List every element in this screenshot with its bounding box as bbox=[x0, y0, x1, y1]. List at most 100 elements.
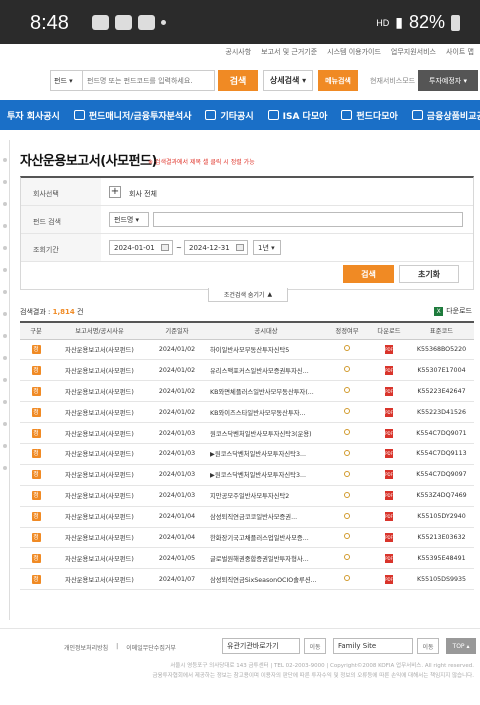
search-button[interactable]: 검색 bbox=[218, 70, 258, 91]
pdf-icon[interactable]: PDF bbox=[385, 386, 393, 396]
report-cell[interactable]: 자산운용보고서(사모펀드) bbox=[52, 485, 147, 507]
table-row[interactable]: 정 자산운용보고서(사모펀드) 2024/01/02 KB와이즈스타일반사모부동산투자… bbox=[20, 401, 474, 424]
toggle-conditions-button[interactable]: 조건검색 숨기기 ▲ bbox=[208, 288, 288, 302]
nav-product-compare[interactable]: 금융상품비교공시 bbox=[405, 100, 480, 130]
nav-other-disclosure[interactable]: 기타공시 bbox=[198, 100, 260, 130]
magnifier-icon[interactable] bbox=[344, 345, 350, 352]
sidebar-dot-icon[interactable] bbox=[3, 334, 7, 338]
nav-isa[interactable]: ISA 다모아 bbox=[261, 100, 335, 130]
report-cell[interactable]: 자산운용보고서(사모펀드) bbox=[52, 464, 147, 486]
reset-button[interactable]: 초기화 bbox=[399, 265, 459, 283]
detail-search-button[interactable]: 상세검색 ▾ bbox=[263, 70, 313, 91]
pdf-icon[interactable]: PDF bbox=[385, 428, 393, 438]
col-header[interactable]: 구분 bbox=[20, 321, 52, 340]
sidebar-dot-icon[interactable] bbox=[3, 422, 7, 426]
table-row[interactable]: 정 자산운용보고서(사모펀드) 2024/01/04 삼성퇴직연금코코일반사모증권..… bbox=[20, 506, 474, 528]
magnifier-icon[interactable] bbox=[344, 512, 350, 519]
target-cell[interactable]: ▶원코스닥벤처일반사모투자신탁3... bbox=[207, 464, 325, 486]
family-site-select[interactable]: Family Site bbox=[333, 638, 413, 654]
col-header[interactable]: 표준코드 bbox=[409, 321, 474, 340]
sidebar-dot-icon[interactable] bbox=[3, 290, 7, 294]
report-cell[interactable]: 자산운용보고서(사모펀드) bbox=[52, 339, 147, 361]
find-button[interactable]: 검색 bbox=[343, 265, 394, 283]
sidebar-dot-icon[interactable] bbox=[3, 400, 7, 404]
table-row[interactable]: 정 자산운용보고서(사모펀드) 2024/01/02 유리스맥포커스일반사모증권투자신… bbox=[20, 359, 474, 382]
report-cell[interactable]: 자산운용보고서(사모펀드) bbox=[52, 527, 147, 549]
table-row[interactable]: 정 자산운용보고서(사모펀드) 2024/01/05 글로벌원해권중합증권일반투자형사… bbox=[20, 547, 474, 570]
target-cell[interactable]: 한화장기국고채플러스업일반사모증... bbox=[207, 527, 325, 549]
top-button[interactable]: TOP ▴ bbox=[446, 638, 476, 654]
col-header[interactable]: 보고서명/공시사유 bbox=[52, 321, 147, 340]
target-cell[interactable]: KB와이즈스타일반사모부동산투자... bbox=[207, 401, 325, 424]
investor-mode-button[interactable]: 투자예정자 ▾ bbox=[418, 70, 478, 91]
report-cell[interactable]: 자산운용보고서(사모펀드) bbox=[52, 422, 147, 444]
pdf-icon[interactable]: PDF bbox=[385, 470, 393, 480]
col-header[interactable]: 공시대상 bbox=[207, 321, 325, 340]
magnifier-icon[interactable] bbox=[344, 533, 350, 540]
magnifier-icon[interactable] bbox=[344, 408, 350, 415]
table-row[interactable]: 정 자산운용보고서(사모펀드) 2024/01/02 KB와면체플러스일반사모부동산투… bbox=[20, 380, 474, 403]
sidebar-dot-icon[interactable] bbox=[3, 444, 7, 448]
report-cell[interactable]: 자산운용보고서(사모펀드) bbox=[52, 547, 147, 570]
target-cell[interactable]: 유리스맥포커스일반사모증권투자신... bbox=[207, 359, 325, 382]
search-input[interactable] bbox=[83, 76, 214, 85]
target-cell[interactable]: 지만공모주일반사모투자신탁2 bbox=[207, 485, 325, 507]
sidebar-dot-icon[interactable] bbox=[3, 202, 7, 206]
period-select[interactable]: 1년 ▾ bbox=[253, 240, 281, 255]
magnifier-icon[interactable] bbox=[344, 429, 350, 435]
report-cell[interactable]: 자산운용보고서(사모펀드) bbox=[52, 380, 147, 403]
magnifier-icon[interactable] bbox=[344, 491, 350, 498]
magnifier-icon[interactable] bbox=[344, 387, 350, 394]
fund-search-input[interactable] bbox=[153, 212, 463, 227]
pdf-icon[interactable]: PDF bbox=[385, 532, 393, 542]
report-cell[interactable]: 자산운용보고서(사모펀드) bbox=[52, 359, 147, 382]
report-cell[interactable]: 자산운용보고서(사모펀드) bbox=[52, 568, 147, 591]
magnifier-icon[interactable] bbox=[344, 449, 350, 456]
topnav-link[interactable]: 공시사항 bbox=[225, 47, 251, 57]
search-type-select[interactable]: 펀드 ▾ bbox=[51, 71, 83, 90]
privacy-link[interactable]: 개인정보처리방침 bbox=[64, 643, 108, 652]
pdf-icon[interactable]: PDF bbox=[385, 574, 393, 584]
magnifier-icon[interactable] bbox=[344, 470, 350, 477]
related-go-button[interactable]: 이동 bbox=[304, 638, 326, 654]
report-cell[interactable]: 자산운용보고서(사모펀드) bbox=[52, 506, 147, 528]
target-cell[interactable]: KB와면체플러스일반사모부동산투자(... bbox=[207, 380, 325, 403]
pdf-icon[interactable]: PDF bbox=[385, 449, 393, 459]
sidebar-dot-icon[interactable] bbox=[3, 312, 7, 316]
fund-type-select[interactable]: 펀드명 ▾ bbox=[109, 212, 149, 227]
sidebar-dot-icon[interactable] bbox=[3, 356, 7, 360]
report-cell[interactable]: 자산운용보고서(사모펀드) bbox=[52, 443, 147, 465]
nav-fund-manager[interactable]: 펀드매니저/금융투자분석사 bbox=[67, 100, 199, 130]
calendar-icon[interactable] bbox=[236, 244, 244, 251]
topnav-link[interactable]: 업무지원서비스 bbox=[391, 47, 436, 57]
pdf-icon[interactable]: PDF bbox=[385, 365, 393, 375]
report-cell[interactable]: 자산운용보고서(사모펀드) bbox=[52, 401, 147, 424]
pdf-icon[interactable]: PDF bbox=[385, 553, 393, 563]
nav-fund-damoa[interactable]: 펀드다모아 bbox=[334, 100, 404, 130]
excel-download-button[interactable]: X 다운로드 bbox=[434, 306, 472, 316]
sidebar-dot-icon[interactable] bbox=[3, 378, 7, 382]
table-row[interactable]: 정 자산운용보고서(사모펀드) 2024/01/03 원코스닥벤처일반사모투자신탁3(… bbox=[20, 422, 474, 444]
sidebar-dot-icon[interactable] bbox=[3, 180, 7, 184]
target-cell[interactable]: 원코스닥벤처일반사모투자신탁3(운용) bbox=[207, 422, 325, 444]
table-row[interactable]: 정 자산운용보고서(사모펀드) 2024/01/03 ▶원코스닥벤처일반사모투자신탁3… bbox=[20, 464, 474, 486]
sidebar-dot-icon[interactable] bbox=[3, 466, 7, 470]
target-cell[interactable]: 삼성퇴직연금코코일반사모증권... bbox=[207, 506, 325, 528]
pdf-icon[interactable]: PDF bbox=[385, 407, 393, 417]
target-cell[interactable]: 글로벌원해권중합증권일반투자형사... bbox=[207, 547, 325, 570]
topnav-link[interactable]: 보고서 및 근거기준 bbox=[261, 47, 317, 57]
sidebar-dot-icon[interactable] bbox=[3, 224, 7, 228]
family-go-button[interactable]: 이동 bbox=[417, 638, 439, 654]
target-cell[interactable]: 하이일반사모부동산투자신탁5 bbox=[207, 339, 325, 361]
col-header[interactable]: 정정여부 bbox=[325, 321, 369, 340]
related-sites-select[interactable]: 유관기관바로가기 bbox=[222, 638, 300, 654]
pdf-icon[interactable]: PDF bbox=[385, 344, 393, 354]
menu-search-button[interactable]: 메뉴검색 bbox=[318, 70, 358, 91]
pdf-icon[interactable]: PDF bbox=[385, 512, 393, 522]
sidebar-dot-icon[interactable] bbox=[3, 246, 7, 250]
table-row[interactable]: 정 자산운용보고서(사모펀드) 2024/01/07 삼성퇴직연금SixSeasonO… bbox=[20, 568, 474, 591]
calendar-icon[interactable] bbox=[161, 244, 169, 251]
col-header[interactable]: 다운로드 bbox=[369, 321, 409, 340]
target-cell[interactable]: 삼성퇴직연금SixSeasonOCIO솔루션... bbox=[207, 568, 325, 591]
topnav-link[interactable]: 시스템 이용가이드 bbox=[327, 47, 381, 57]
